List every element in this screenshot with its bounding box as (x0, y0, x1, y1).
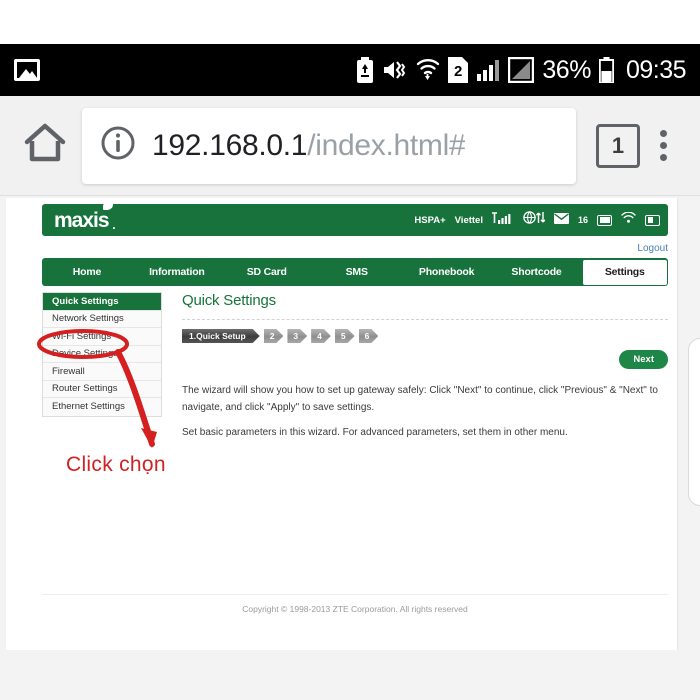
url-text: 192.168.0.1/index.html# (152, 129, 465, 163)
footer-divider (42, 594, 668, 595)
router-admin-page: maxis. HSPA+ Viettel 16 Logout Home Info… (0, 196, 700, 700)
settings-content: Quick Settings 1.Quick Setup 2 3 4 5 6 N… (182, 292, 668, 442)
phone-screenshot: 2 36% 09:35 192.168.0.1/index.html# 1 ma… (0, 0, 700, 700)
wizard-step-1[interactable]: 1.Quick Setup (182, 329, 260, 343)
clock-label: 09:35 (625, 55, 687, 84)
sim2-icon: 2 (448, 57, 469, 83)
tab-sd-card[interactable]: SD Card (222, 258, 312, 286)
overflow-menu-icon[interactable] (640, 130, 686, 161)
logout-row: Logout (42, 238, 668, 256)
carrier-label: Viettel (454, 214, 483, 226)
annotation-text: Click chọn (66, 453, 166, 476)
status-bar-left (14, 59, 40, 81)
adjacent-page-card (688, 338, 700, 506)
device-status-strip: HSPA+ Viettel 16 (414, 211, 660, 229)
sidebar-item-router-settings[interactable]: Router Settings (43, 380, 161, 398)
envelope-icon (553, 211, 569, 229)
unread-mail-count: 16 (577, 215, 588, 225)
tab-phonebook[interactable]: Phonebook (402, 258, 492, 286)
maxis-leaf-icon (102, 200, 113, 210)
brand-dot: . (112, 217, 116, 232)
status-bar-right: 2 36% 09:35 (356, 55, 687, 85)
address-bar[interactable]: 192.168.0.1/index.html# (82, 107, 576, 184)
wizard-step-6[interactable]: 6 (359, 329, 379, 343)
wizard-step-5[interactable]: 5 (335, 329, 355, 343)
android-status-bar: 2 36% 09:35 (0, 44, 700, 96)
sim-card-icon (645, 214, 660, 226)
copyright-label: Copyright © 1998-2013 ZTE Corporation. A… (242, 604, 468, 614)
home-icon (21, 120, 69, 171)
sidebar-item-firewall[interactable]: Firewall (43, 363, 161, 381)
tab-sms[interactable]: SMS (312, 258, 402, 286)
info-icon[interactable] (100, 125, 136, 166)
sidebar-item-device-settings[interactable]: Device Settings (43, 345, 161, 363)
tab-information[interactable]: Information (132, 258, 222, 286)
maxis-logo: maxis. (54, 200, 116, 232)
brand-name: maxis (54, 208, 110, 232)
next-button[interactable]: Next (619, 350, 668, 369)
wifi-icon (621, 211, 636, 229)
main-nav-tabs: Home Information SD Card SMS Phonebook S… (42, 258, 668, 286)
sidebar-item-ethernet-settings[interactable]: Ethernet Settings (43, 398, 161, 416)
logout-link[interactable]: Logout (637, 243, 668, 254)
battery-icon (598, 57, 614, 83)
title-divider (182, 319, 668, 320)
wizard-step-2[interactable]: 2 (264, 329, 284, 343)
tab-home[interactable]: Home (42, 258, 132, 286)
network-type-label: HSPA+ (414, 214, 446, 226)
svg-text:2: 2 (454, 63, 462, 80)
wizard-intro-paragraph: The wizard will show you how to set up g… (182, 385, 658, 413)
signal-bars-icon (476, 58, 500, 82)
wizard-step-3[interactable]: 3 (287, 329, 307, 343)
sidebar-item-network-settings[interactable]: Network Settings (43, 310, 161, 328)
wifi-transfer-icon (416, 57, 440, 83)
wizard-steps: 1.Quick Setup 2 3 4 5 6 (182, 329, 668, 343)
signal-bars-icon (491, 211, 514, 229)
battery-percent-label: 36% (542, 55, 591, 84)
mute-vibrate-icon (382, 58, 408, 82)
page-title: Quick Settings (182, 292, 276, 309)
browser-toolbar: 192.168.0.1/index.html# 1 (0, 96, 700, 196)
url-host: 192.168.0.1 (152, 128, 308, 162)
globe-transfer-icon (523, 211, 546, 229)
signal-secondary-icon (508, 57, 535, 83)
settings-sidebar: Quick Settings Network Settings Wi-Fi Se… (42, 292, 162, 417)
wizard-step-4[interactable]: 4 (311, 329, 331, 343)
tab-shortcode[interactable]: Shortcode (492, 258, 582, 286)
brand-header: maxis. HSPA+ Viettel 16 (42, 200, 668, 236)
url-path: /index.html# (307, 128, 466, 162)
wizard-hint-paragraph: Set basic parameters in this wizard. For… (182, 427, 568, 438)
photo-icon (14, 59, 40, 81)
tab-settings[interactable]: Settings (582, 259, 667, 285)
tab-counter-button[interactable]: 1 (596, 123, 640, 168)
sidebar-item-wifi-settings[interactable]: Wi-Fi Settings (43, 328, 161, 346)
sidebar-item-quick-settings[interactable]: Quick Settings (43, 293, 161, 311)
home-button[interactable] (14, 120, 76, 171)
battery-saver-icon (356, 57, 374, 83)
battery-icon (597, 214, 612, 226)
